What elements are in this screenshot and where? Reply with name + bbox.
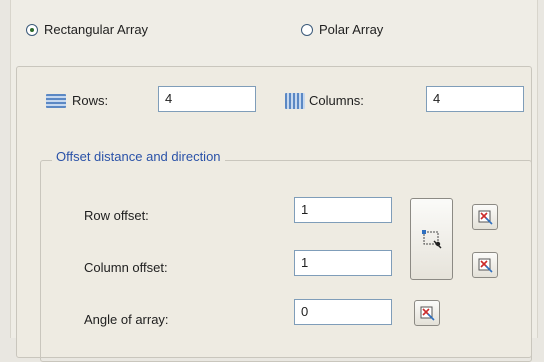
pick-both-offsets-button[interactable] bbox=[410, 198, 453, 280]
angle-input[interactable]: 0 bbox=[294, 299, 392, 325]
polar-array-radio[interactable]: Polar Array bbox=[301, 22, 383, 37]
rectangular-array-label: Rectangular Array bbox=[44, 22, 149, 37]
pick-column-offset-icon bbox=[478, 258, 493, 273]
rows-input[interactable]: 4 bbox=[158, 86, 256, 112]
angle-label: Angle of array: bbox=[84, 312, 169, 327]
columns-icon bbox=[285, 93, 305, 109]
offset-group-title: Offset distance and direction bbox=[52, 149, 225, 164]
rows-label: Rows: bbox=[72, 93, 109, 108]
pick-angle-button[interactable] bbox=[414, 300, 440, 326]
row-offset-input[interactable]: 1 bbox=[294, 197, 392, 223]
rows-icon bbox=[46, 94, 66, 108]
column-offset-label: Column offset: bbox=[84, 260, 168, 275]
rectangular-array-radio[interactable]: Rectangular Array bbox=[26, 22, 148, 37]
columns-input[interactable]: 4 bbox=[426, 86, 524, 112]
pick-both-offsets-icon bbox=[421, 230, 441, 249]
polar-array-label: Polar Array bbox=[319, 22, 384, 37]
pick-column-offset-button[interactable] bbox=[472, 252, 498, 278]
row-offset-label: Row offset: bbox=[84, 208, 149, 223]
pick-angle-icon bbox=[420, 306, 435, 321]
pick-row-offset-button[interactable] bbox=[472, 204, 498, 230]
radio-checked-icon bbox=[26, 23, 38, 36]
column-offset-input[interactable]: 1 bbox=[294, 250, 392, 276]
radio-unchecked-icon bbox=[301, 23, 313, 36]
pick-row-offset-icon bbox=[478, 210, 493, 225]
columns-label: Columns: bbox=[309, 93, 364, 108]
